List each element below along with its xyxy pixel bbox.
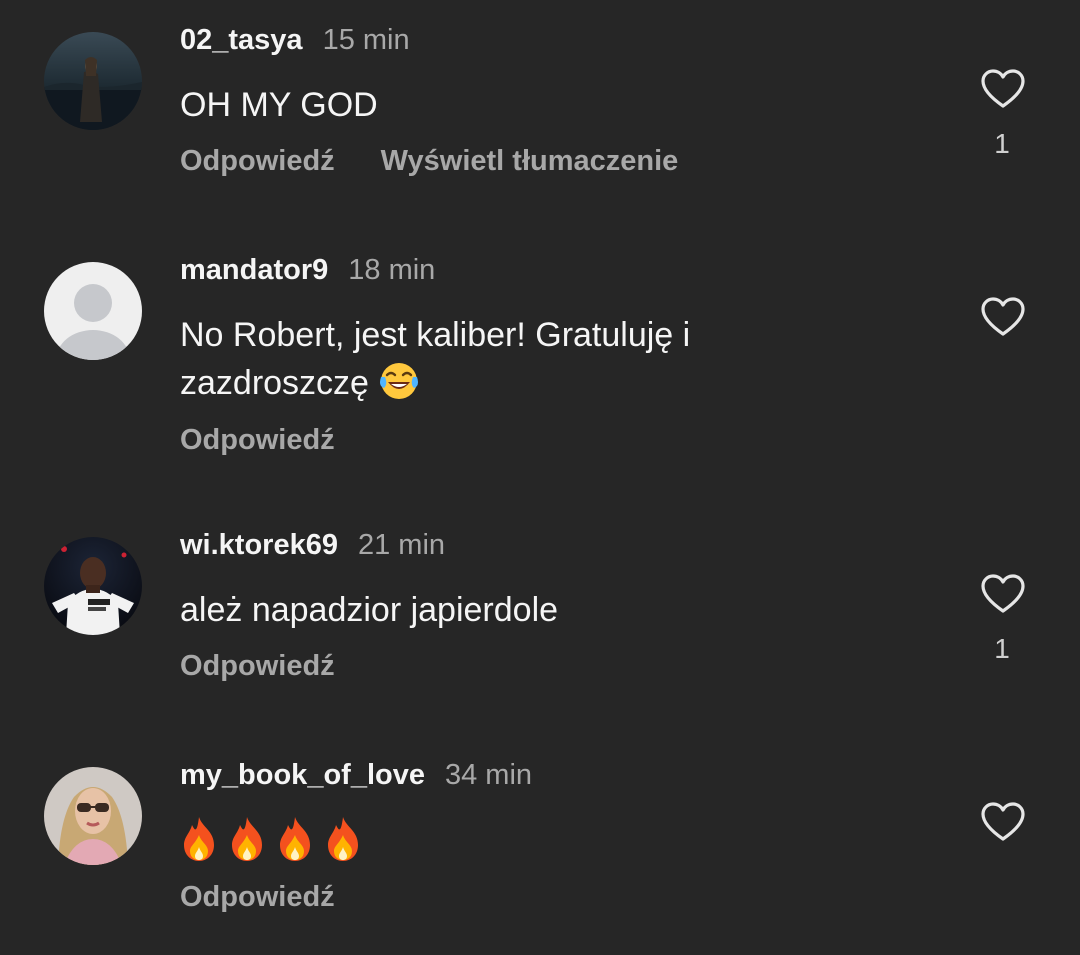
comment-text: OH MY GOD <box>180 86 378 124</box>
comment-header: wi.ktorek69 21 min <box>180 529 445 571</box>
avatar[interactable] <box>44 262 142 360</box>
avatar-photo-footballer <box>44 537 142 635</box>
reply-button[interactable]: Odpowiedź <box>180 881 335 914</box>
avatar[interactable] <box>44 32 142 130</box>
like-count: 1 <box>994 633 1010 664</box>
comment-item: wi.ktorek69 21 min ależ napadzior japier… <box>0 505 1080 735</box>
fire-emoji <box>276 815 314 863</box>
face-with-tears-of-joy-emoji <box>378 358 420 404</box>
like-button[interactable] <box>980 68 1026 110</box>
comment-text: ależ napadzior japierdole <box>180 591 559 629</box>
username[interactable]: my_book_of_love <box>180 759 425 792</box>
comment-header: 02_tasya 15 min <box>180 24 410 66</box>
comment-actions: Odpowiedź <box>180 650 381 683</box>
avatar[interactable] <box>44 767 142 865</box>
heart-outline-icon <box>981 802 1025 841</box>
like-count: 1 <box>994 128 1010 159</box>
avatar[interactable] <box>44 537 142 635</box>
reply-button[interactable]: Odpowiedź <box>180 424 335 457</box>
comment-item: mandator9 18 min No Robert, jest kaliber… <box>0 230 1080 505</box>
comment-actions: Odpowiedź <box>180 424 381 457</box>
username[interactable]: mandator9 <box>180 254 328 287</box>
comment-text: No Robert, jest kaliber! Gratuluję i zaz… <box>180 312 880 406</box>
comment-actions: Odpowiedź <box>180 881 381 914</box>
timestamp: 34 min <box>444 759 533 791</box>
like-button[interactable] <box>980 801 1026 843</box>
timestamp: 21 min <box>357 529 446 561</box>
comment-item: my_book_of_love 34 min 🔥🔥🔥🔥 Odpowiedź <box>0 735 1080 955</box>
comment-text-body: No Robert, jest kaliber! Gratuluję i zaz… <box>180 316 691 402</box>
username[interactable]: wi.ktorek69 <box>180 529 338 562</box>
heart-outline-icon <box>981 69 1025 108</box>
fire-emoji <box>324 815 362 863</box>
fire-emoji <box>228 815 266 863</box>
comment-actions: Odpowiedź Wyświetl tłumaczenie <box>180 145 724 178</box>
default-avatar <box>44 262 142 360</box>
heart-outline-icon <box>981 297 1025 336</box>
like-button[interactable] <box>980 573 1026 615</box>
fire-emoji <box>180 815 218 863</box>
heart-outline-icon <box>981 574 1025 613</box>
reply-button[interactable]: Odpowiedź <box>180 145 335 178</box>
view-translation-button[interactable]: Wyświetl tłumaczenie <box>381 145 679 178</box>
username[interactable]: 02_tasya <box>180 24 303 57</box>
comment-header: mandator9 18 min <box>180 254 435 296</box>
comment-text: 🔥🔥🔥🔥 <box>180 815 880 863</box>
comment-item: 02_tasya 15 min OH MY GOD Odpowiedź Wyśw… <box>0 0 1080 230</box>
reply-button[interactable]: Odpowiedź <box>180 650 335 683</box>
timestamp: 15 min <box>322 24 410 56</box>
like-button[interactable] <box>980 296 1026 338</box>
avatar-photo-silhouette <box>44 32 142 130</box>
comment-header: my_book_of_love 34 min <box>180 759 532 801</box>
timestamp: 18 min <box>348 254 436 286</box>
avatar-photo-woman <box>44 767 142 865</box>
